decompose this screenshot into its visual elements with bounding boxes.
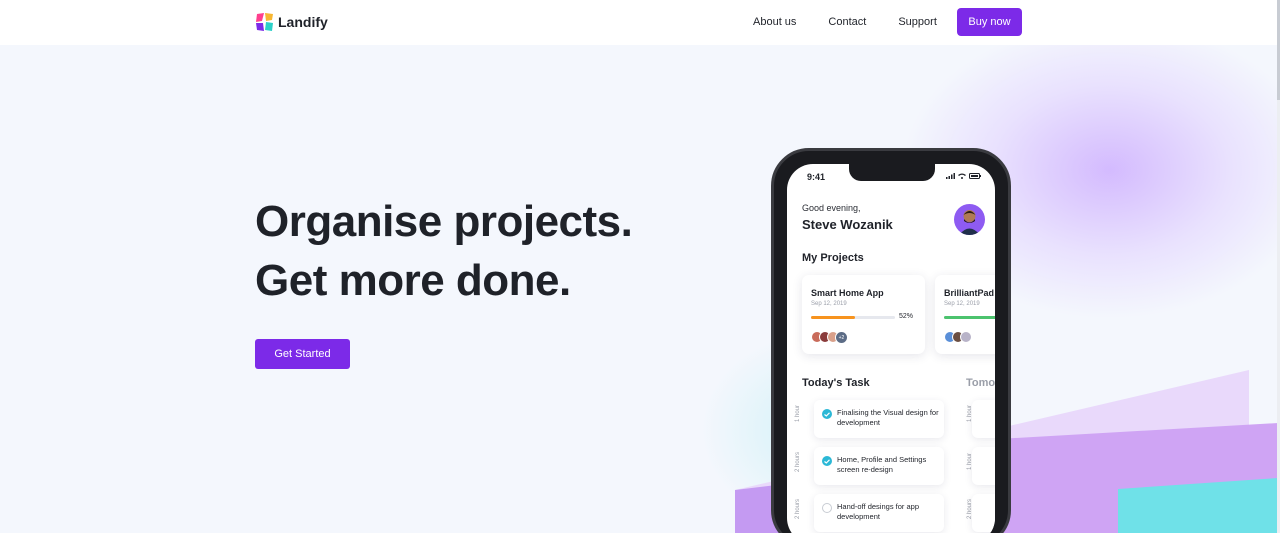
task-item[interactable]: Hand-off desings for app development: [814, 494, 944, 532]
task-duration: 2 hours: [795, 451, 801, 472]
task-text: Home, Profile and Settings screen re-des…: [837, 455, 927, 474]
task-item[interactable]: Finalising the Visual design for develop…: [814, 400, 944, 438]
project-title: BrilliantPad A: [944, 288, 995, 298]
tomorrow-title: Tomor: [966, 377, 995, 389]
project-date: Sep 12, 2019: [811, 301, 847, 307]
member-avatar: [960, 331, 972, 343]
brand-name: Landify: [278, 14, 328, 30]
project-date: Sep 12, 2019: [944, 301, 980, 307]
project-progress-fill: [944, 316, 995, 319]
signal-icon: [946, 173, 955, 179]
check-icon[interactable]: [822, 456, 832, 466]
main-nav: About us Contact Support: [740, 8, 969, 36]
check-icon[interactable]: [822, 409, 832, 419]
phone-notch: [849, 164, 935, 181]
status-time: 9:41: [807, 172, 826, 182]
task-text: Hand-off desings for app development: [837, 502, 919, 521]
buy-now-button[interactable]: Buy now: [957, 8, 1022, 36]
headline-line-2: Get more done.: [255, 256, 571, 305]
logo-icon: [256, 13, 273, 31]
phone-screen: 9:41 Good evening, Steve Wozanik My Proj…: [787, 164, 995, 533]
get-started-button[interactable]: Get Started: [255, 339, 350, 369]
tomorrow-task-item[interactable]: [972, 447, 995, 485]
battery-icon: [969, 173, 981, 179]
phone-mockup: 9:41 Good evening, Steve Wozanik My Proj…: [771, 148, 1011, 533]
project-progress-label: 52%: [899, 313, 914, 320]
more-members-badge: +2: [835, 331, 848, 344]
project-progress-fill: [811, 316, 855, 319]
headline-line-1: Organise projects.: [255, 197, 633, 246]
project-members: +2: [811, 331, 848, 344]
task-duration: 2 hours: [795, 498, 801, 519]
task-text: Finalising the Visual design for develop…: [837, 408, 939, 427]
my-projects-title: My Projects: [802, 252, 864, 264]
greeting-text: Good evening,: [802, 203, 861, 213]
status-icons: [946, 173, 981, 179]
top-navbar: Landify About us Contact Support Buy now: [0, 0, 1278, 45]
decorative-stripes: [735, 370, 1278, 533]
project-members: [944, 331, 972, 343]
wifi-icon: [958, 173, 966, 179]
tomorrow-task-item[interactable]: [972, 494, 995, 532]
project-card[interactable]: Smart Home App Sep 12, 2019 52% +2: [802, 275, 925, 354]
project-card[interactable]: BrilliantPad A Sep 12, 2019: [935, 275, 995, 354]
nav-contact[interactable]: Contact: [828, 8, 866, 36]
unchecked-circle-icon[interactable]: [822, 503, 832, 513]
project-progress-bar: [811, 316, 895, 319]
avatar[interactable]: [954, 204, 985, 235]
todays-task-title: Today's Task: [802, 377, 870, 389]
project-progress-bar: [944, 316, 995, 319]
nav-support[interactable]: Support: [898, 8, 937, 36]
hero-headline: Organise projects. Get more done.: [255, 192, 633, 310]
tomorrow-task-item[interactable]: [972, 400, 995, 438]
project-title: Smart Home App: [811, 288, 884, 298]
brand-logo[interactable]: Landify: [255, 12, 328, 32]
task-duration: 1 hour: [795, 404, 801, 422]
user-avatar-icon: [959, 210, 980, 235]
task-item[interactable]: Home, Profile and Settings screen re-des…: [814, 447, 944, 485]
user-name: Steve Wozanik: [802, 217, 893, 232]
nav-about-us[interactable]: About us: [753, 8, 796, 36]
